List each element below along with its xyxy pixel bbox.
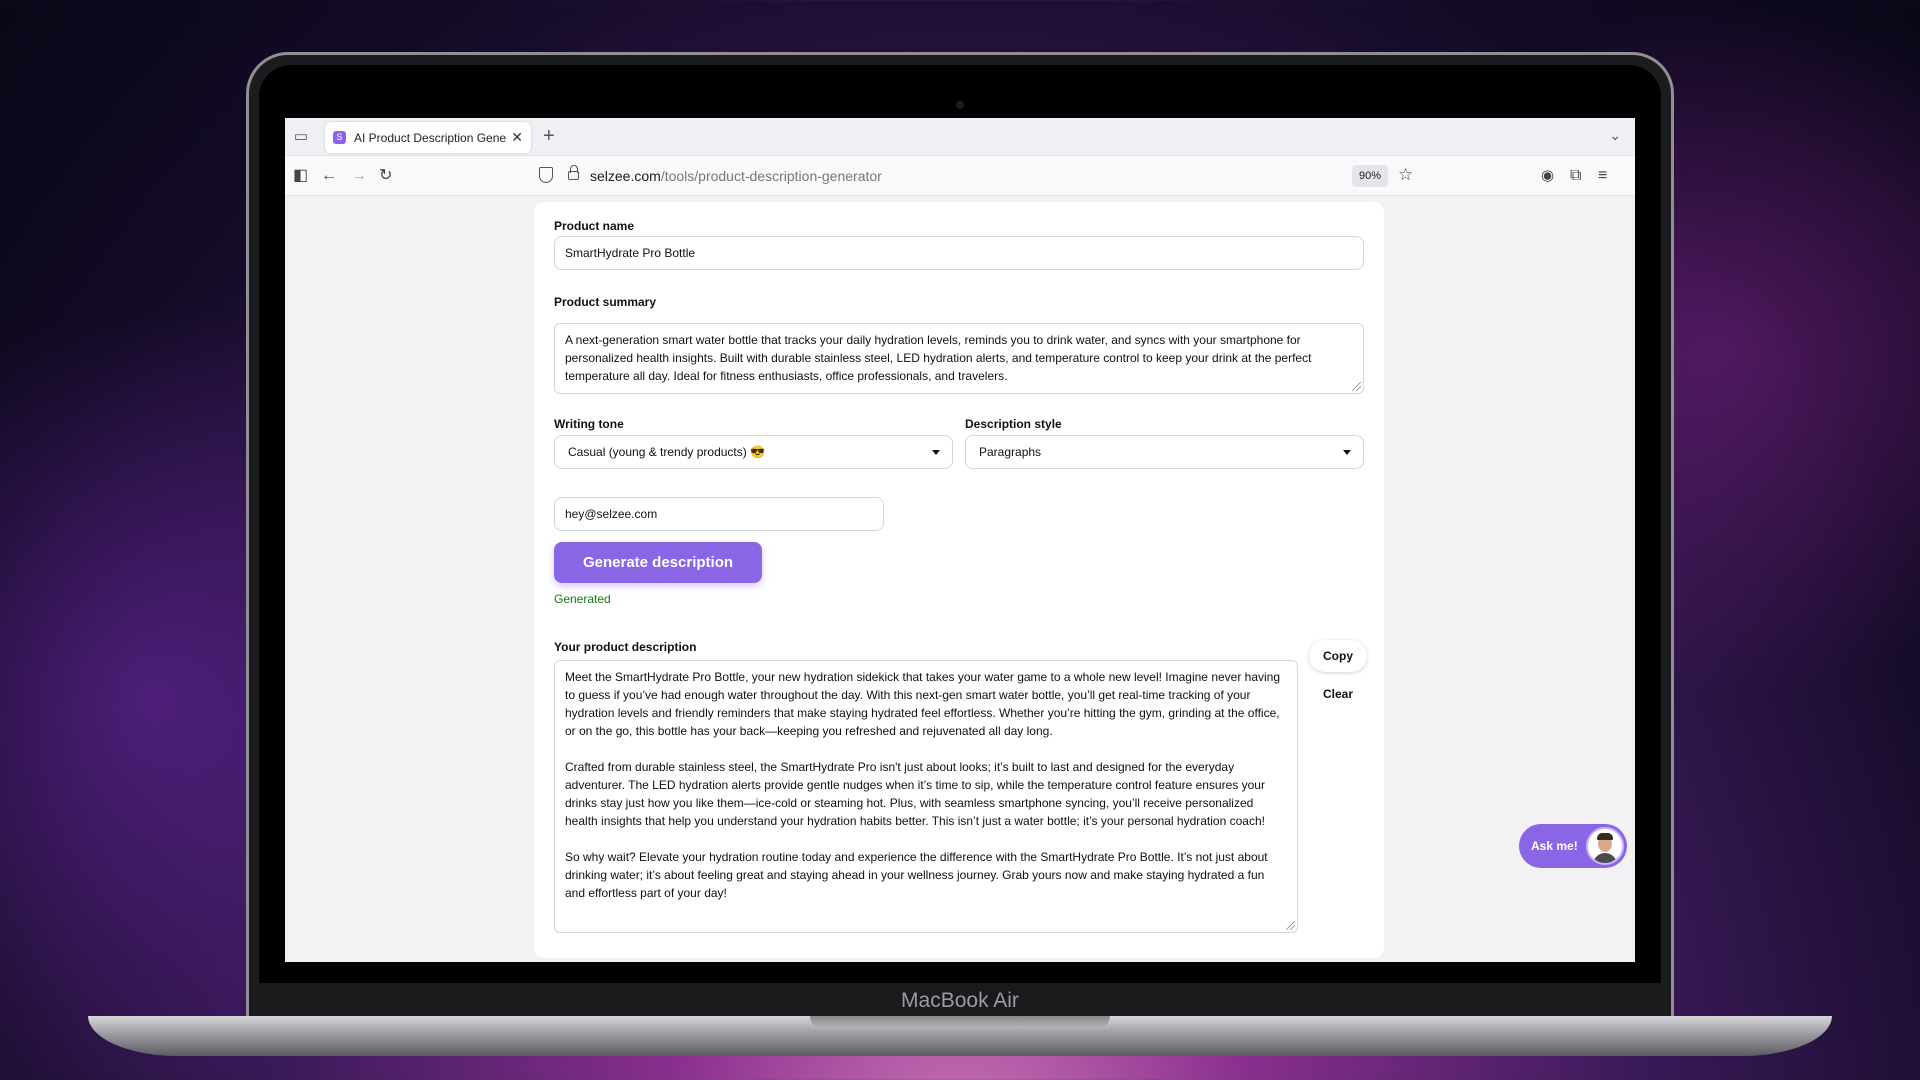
ask-me-label: Ask me! (1531, 839, 1578, 853)
address-bar[interactable]: selzee.com/tools/product-description-gen… (590, 168, 882, 184)
page-content: Product name SmartHydrate Pro Bottle Pro… (285, 196, 1635, 962)
ask-me-chat-button[interactable]: Ask me! (1519, 824, 1627, 868)
shield-icon[interactable] (539, 167, 553, 183)
account-icon[interactable]: ◉ (1541, 166, 1554, 186)
zoom-level[interactable]: 90% (1352, 165, 1389, 187)
product-name-input[interactable]: SmartHydrate Pro Bottle (554, 236, 1364, 270)
menu-icon[interactable]: ≡ (1598, 166, 1607, 186)
product-name-label: Product name (554, 219, 635, 233)
product-description-label: Your product description (554, 640, 697, 654)
product-summary-label: Product summary (554, 295, 657, 309)
status-text: Generated (554, 592, 611, 606)
nav-bar: ◧ ← → ↻ selzee.com/tools/product-descrip… (285, 156, 1635, 196)
favicon: S (333, 131, 346, 144)
description-paragraph: Meet the SmartHydrate Pro Bottle, your n… (565, 670, 1281, 738)
email-input[interactable]: hey@selzee.com (554, 497, 884, 531)
url-path: /tools/product-description-generator (660, 168, 882, 184)
browser-window: ▭ S AI Product Description Generator ✕ +… (285, 118, 1635, 962)
writing-tone-label: Writing tone (554, 417, 624, 431)
product-summary-textarea[interactable]: A next-generation smart water bottle tha… (554, 323, 1364, 394)
resize-handle-icon[interactable] (1352, 382, 1361, 391)
reload-icon[interactable]: ↻ (379, 166, 392, 186)
description-paragraph: So why wait? Elevate your hydration rout… (565, 850, 1268, 900)
url-host: selzee.com (590, 168, 661, 184)
caret-down-icon (1343, 450, 1351, 455)
new-tab-icon[interactable]: + (543, 125, 555, 148)
bookmark-star-icon[interactable]: ☆ (1398, 165, 1413, 185)
laptop-chin: MacBook Air (258, 983, 1662, 1019)
device-brand: MacBook Air (901, 989, 1019, 1012)
avatar (1586, 827, 1624, 865)
chevron-down-icon[interactable]: ⌄ (1609, 127, 1621, 144)
laptop-notch (810, 1016, 1110, 1028)
writing-tone-select[interactable]: Casual (young & trendy products) 😎 (554, 435, 953, 469)
tab-title: AI Product Description Generator (354, 130, 507, 145)
lock-icon[interactable] (568, 165, 579, 180)
description-style-value: Paragraphs (979, 445, 1042, 459)
resize-handle-icon[interactable] (1286, 921, 1295, 930)
generate-description-button[interactable]: Generate description (554, 542, 762, 583)
caret-down-icon (932, 450, 940, 455)
camera (956, 101, 964, 109)
copy-button[interactable]: Copy (1309, 640, 1367, 672)
close-icon[interactable]: ✕ (511, 129, 523, 146)
clear-button[interactable]: Clear (1309, 678, 1367, 710)
product-summary-text: A next-generation smart water bottle tha… (565, 333, 1312, 383)
description-style-select[interactable]: Paragraphs (965, 435, 1364, 469)
sidebar-toggle-icon[interactable]: ◧ (293, 166, 308, 186)
description-style-label: Description style (965, 417, 1062, 431)
extensions-icon[interactable]: ⧉ (1570, 166, 1581, 186)
generator-form-card: Product name SmartHydrate Pro Bottle Pro… (534, 202, 1384, 958)
back-icon[interactable]: ← (321, 166, 337, 186)
product-description-textarea[interactable]: Meet the SmartHydrate Pro Bottle, your n… (554, 660, 1298, 933)
tab-bar: ▭ S AI Product Description Generator ✕ +… (285, 118, 1635, 156)
forward-icon[interactable]: → (351, 166, 367, 186)
description-paragraph: Crafted from durable stainless steel, th… (565, 760, 1265, 828)
tab-list-icon[interactable]: ▭ (291, 127, 311, 147)
browser-tab[interactable]: S AI Product Description Generator ✕ (325, 122, 531, 153)
writing-tone-value: Casual (young & trendy products) 😎 (568, 445, 766, 459)
